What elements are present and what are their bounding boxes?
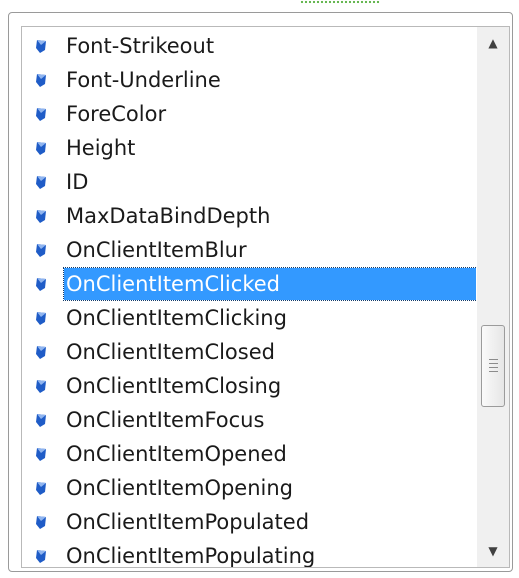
list-item-label: OnClientItemBlur xyxy=(66,238,247,262)
squiggle-underline xyxy=(300,0,380,4)
property-icon xyxy=(36,482,46,495)
grip-icon xyxy=(489,359,498,373)
list-item[interactable]: Font-Underline xyxy=(22,63,477,97)
list-item[interactable]: OnClientItemOpened xyxy=(22,437,477,471)
property-icon xyxy=(36,380,46,393)
list-item-label: OnClientItemPopulated xyxy=(66,510,310,534)
list-item-label: ID xyxy=(66,170,89,194)
list-item[interactable]: OnClientItemClosing xyxy=(22,369,477,403)
list-item-label: ForeColor xyxy=(66,102,167,126)
list-item-label: OnClientItemPopulating xyxy=(66,544,316,568)
list-item[interactable]: OnClientItemOpening xyxy=(22,471,477,505)
property-icon xyxy=(36,74,46,87)
property-icon xyxy=(36,108,46,121)
property-icon xyxy=(36,414,46,427)
list-item[interactable]: Font-Strikeout xyxy=(22,29,477,63)
property-icon xyxy=(36,516,46,529)
list-item-label: OnClientItemOpened xyxy=(66,442,287,466)
list-item[interactable]: OnClientItemClosed xyxy=(22,335,477,369)
completion-list[interactable]: Font-Strikeout Font-Underline ForeColor … xyxy=(22,27,490,568)
property-icon xyxy=(36,448,46,461)
property-icon xyxy=(36,210,46,223)
list-item-label: OnClientItemClosing xyxy=(66,374,282,398)
list-item-label: OnClientItemClicking xyxy=(66,306,287,330)
property-icon xyxy=(36,346,46,359)
editor-background-strip xyxy=(0,0,519,10)
completion-list-box: Font-Strikeout Font-Underline ForeColor … xyxy=(21,26,510,568)
vertical-scrollbar[interactable]: ▲ ▼ xyxy=(476,27,509,567)
property-icon xyxy=(36,550,46,563)
list-item-label: Font-Underline xyxy=(66,68,221,92)
list-item-label: OnClientItemClicked xyxy=(63,267,490,301)
list-item[interactable]: OnClientItemFocus xyxy=(22,403,477,437)
list-item-label: OnClientItemClosed xyxy=(66,340,275,364)
scroll-up-arrow-icon[interactable]: ▲ xyxy=(477,27,509,59)
list-item[interactable]: ForeColor xyxy=(22,97,477,131)
list-item[interactable]: ID xyxy=(22,165,477,199)
property-icon xyxy=(36,40,46,53)
property-icon xyxy=(36,312,46,325)
property-icon xyxy=(36,142,46,155)
property-icon xyxy=(36,176,46,189)
scroll-down-arrow-icon[interactable]: ▼ xyxy=(477,535,509,567)
list-item[interactable]: MaxDataBindDepth xyxy=(22,199,477,233)
list-item-label: OnClientItemFocus xyxy=(66,408,265,432)
list-item[interactable]: Height xyxy=(22,131,477,165)
list-item[interactable]: OnClientItemBlur xyxy=(22,233,477,267)
list-item-label: MaxDataBindDepth xyxy=(66,204,271,228)
property-icon xyxy=(36,278,46,291)
list-item[interactable]: OnClientItemPopulated xyxy=(22,505,477,539)
scrollbar-thumb[interactable] xyxy=(481,325,505,407)
intellisense-popup: Font-Strikeout Font-Underline ForeColor … xyxy=(8,12,513,572)
property-icon xyxy=(36,244,46,257)
list-item-label: Height xyxy=(66,136,136,160)
list-item[interactable]: OnClientItemClicking xyxy=(22,301,477,335)
list-item[interactable]: OnClientItemPopulating xyxy=(22,539,477,568)
list-item-label: Font-Strikeout xyxy=(66,34,215,58)
list-item-label: OnClientItemOpening xyxy=(66,476,294,500)
list-item-selected[interactable]: OnClientItemClicked xyxy=(22,267,490,301)
